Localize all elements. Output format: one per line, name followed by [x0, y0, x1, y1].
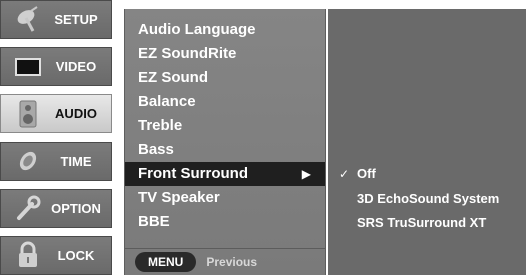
wrench-icon: [9, 192, 47, 224]
sidebar-item-option[interactable]: OPTION: [0, 188, 112, 228]
sidebar-item-time[interactable]: TIME: [0, 141, 112, 181]
satellite-icon: [9, 4, 47, 36]
sidebar-item-label: LOCK: [57, 247, 95, 263]
menu-item-treble[interactable]: Treble: [125, 114, 325, 138]
sidebar-item-setup[interactable]: SETUP: [0, 0, 112, 39]
check-icon: ✓: [339, 167, 350, 181]
menu-item-audio-language[interactable]: Audio Language: [125, 18, 325, 42]
sidebar-item-label: AUDIO: [55, 106, 97, 122]
submenu-option-label: SRS TruSurround XT: [357, 215, 487, 230]
sidebar-item-label: VIDEO: [55, 59, 97, 75]
arrow-right-icon: ▶: [301, 167, 311, 181]
sidebar-item-lock[interactable]: LOCK: [0, 235, 112, 275]
menu-item-ez-sound[interactable]: EZ Sound: [125, 66, 325, 90]
lock-icon: [9, 239, 47, 271]
clock-icon: [9, 145, 47, 177]
sidebar-item-label: SETUP: [54, 12, 98, 27]
menu-item-bass[interactable]: Bass: [125, 138, 325, 162]
submenu-option-label: Off: [357, 166, 376, 181]
menu-item-label: Front Surround: [138, 165, 248, 182]
sidebar-item-audio[interactable]: AUDIO: [0, 94, 112, 134]
menu-item-bbe[interactable]: BBE: [125, 210, 325, 234]
speaker-icon: [9, 98, 47, 130]
submenu-option-srs-trusurround[interactable]: SRS TruSurround XT: [328, 211, 526, 235]
category-sidebar: SETUP VIDEO AUDIO TIME OPTION LOCK: [0, 0, 112, 275]
submenu-option-3d-echosound[interactable]: 3D EchoSound System: [328, 187, 526, 211]
front-surround-submenu: ✓ Off 3D EchoSound System SRS TruSurroun…: [328, 9, 526, 275]
menu-footer: MENU Previous: [125, 248, 325, 275]
menu-item-balance[interactable]: Balance: [125, 90, 325, 114]
sidebar-item-label: OPTION: [51, 200, 101, 216]
menu-item-ez-soundrite[interactable]: EZ SoundRite: [125, 42, 325, 66]
submenu-option-off[interactable]: ✓ Off: [328, 162, 526, 186]
menu-item-front-surround[interactable]: Front Surround ▶: [125, 162, 325, 186]
menu-key-button[interactable]: MENU: [135, 252, 197, 272]
audio-menu: Audio Language EZ SoundRite EZ Sound Bal…: [124, 9, 326, 275]
menu-item-tv-speaker[interactable]: TV Speaker: [125, 186, 325, 210]
menu-key-description: Previous: [206, 255, 258, 269]
screen-icon: [9, 51, 47, 83]
submenu-option-label: 3D EchoSound System: [357, 191, 500, 206]
sidebar-item-label: TIME: [60, 153, 92, 169]
sidebar-item-video[interactable]: VIDEO: [0, 47, 112, 87]
